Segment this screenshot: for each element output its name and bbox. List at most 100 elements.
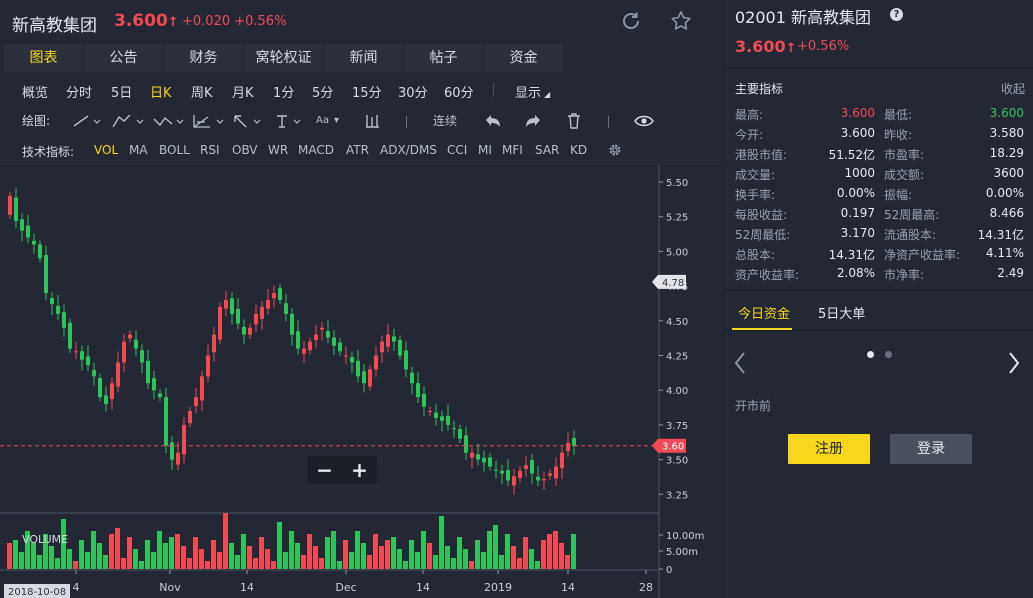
metric-value: 14.31亿 bbox=[828, 248, 875, 262]
pen-tool-icon[interactable] bbox=[110, 113, 146, 129]
candlestick-chart[interactable]: 5.505.255.004.754.504.254.003.753.503.25… bbox=[0, 166, 722, 598]
settings-gear-icon[interactable] bbox=[607, 142, 623, 158]
tab-finance[interactable]: 财务 bbox=[164, 44, 243, 72]
candle-body bbox=[476, 454, 480, 460]
metric-label: 总股本: bbox=[735, 248, 776, 262]
volume-bar bbox=[373, 534, 378, 569]
carousel-dot-active[interactable] bbox=[867, 351, 874, 358]
undo-icon[interactable] bbox=[484, 113, 502, 129]
candle-body bbox=[32, 240, 36, 245]
refresh-icon[interactable] bbox=[620, 10, 642, 32]
indicator-atr[interactable]: ATR bbox=[346, 143, 369, 157]
fib-tool-icon[interactable] bbox=[192, 113, 226, 129]
x-tick-label: 14 bbox=[561, 581, 575, 594]
volume-bar bbox=[145, 540, 150, 569]
x-tick-label: 14 bbox=[416, 581, 430, 594]
period-30min[interactable]: 30分 bbox=[398, 82, 428, 101]
candles bbox=[8, 188, 576, 495]
star-icon[interactable] bbox=[670, 10, 692, 32]
period-weekly-k[interactable]: 周K bbox=[191, 82, 213, 101]
period-5min[interactable]: 5分 bbox=[312, 82, 333, 101]
volume-bar bbox=[331, 531, 336, 569]
tab-chart[interactable]: 图表 bbox=[4, 44, 83, 72]
indicator-adx[interactable]: ADX/DMS bbox=[380, 143, 437, 157]
volume-bar bbox=[199, 549, 204, 569]
volume-bar bbox=[235, 555, 240, 569]
candle-body bbox=[98, 377, 102, 398]
tab-capital[interactable]: 资金 bbox=[484, 44, 563, 72]
period-60min[interactable]: 60分 bbox=[444, 82, 474, 101]
indicator-cci[interactable]: CCI bbox=[447, 143, 467, 157]
indicator-macd[interactable]: MACD bbox=[298, 143, 334, 157]
period-monthly-k[interactable]: 月K bbox=[232, 82, 254, 101]
wave-tool-icon[interactable] bbox=[152, 113, 186, 129]
arrow-tool-icon[interactable] bbox=[232, 113, 264, 129]
metric-value: 0.00% bbox=[985, 186, 1024, 200]
register-button[interactable]: 注册 bbox=[788, 434, 870, 464]
indicator-sar[interactable]: SAR bbox=[535, 143, 559, 157]
indicator-rsi[interactable]: RSI bbox=[200, 143, 220, 157]
eye-icon[interactable] bbox=[634, 114, 654, 128]
zoom-in-button[interactable]: + bbox=[342, 456, 377, 484]
zoom-out-button[interactable]: − bbox=[307, 456, 342, 484]
indicator-obv[interactable]: OBV bbox=[232, 143, 258, 157]
zoom-controls: − + bbox=[307, 456, 377, 484]
tab-5day-large-orders[interactable]: 5日大单 bbox=[818, 303, 865, 322]
tab-today-capital[interactable]: 今日资金 bbox=[738, 303, 790, 322]
indicator-mfi[interactable]: MFI bbox=[502, 143, 523, 157]
period-intraday[interactable]: 分时 bbox=[66, 82, 92, 101]
volume-bar bbox=[451, 558, 456, 569]
tab-posts[interactable]: 帖子 bbox=[404, 44, 483, 72]
period-1min[interactable]: 1分 bbox=[273, 82, 294, 101]
x-axis-ticks: 4 Nov 14 Dec 14 2019 14 28 bbox=[73, 570, 653, 594]
candle-body bbox=[116, 362, 120, 387]
period-5day[interactable]: 5日 bbox=[111, 82, 132, 101]
volume-bar bbox=[97, 543, 102, 569]
volume-bar bbox=[379, 546, 384, 569]
volume-bar bbox=[37, 555, 42, 569]
volume-bar bbox=[151, 552, 156, 569]
trash-icon[interactable] bbox=[566, 112, 582, 129]
volume-bar bbox=[361, 543, 366, 569]
chevron-right-icon[interactable] bbox=[1006, 350, 1022, 376]
candle-body bbox=[188, 411, 192, 424]
candle-body bbox=[512, 476, 516, 486]
candle-body bbox=[308, 341, 312, 351]
login-button[interactable]: 登录 bbox=[890, 434, 972, 464]
metric-label: 最低: bbox=[884, 108, 913, 122]
text-tool-icon[interactable] bbox=[274, 113, 306, 129]
tab-news[interactable]: 新闻 bbox=[324, 44, 403, 72]
font-size-tool[interactable]: Aa ▾ bbox=[316, 115, 339, 126]
quote-change: +0.56% bbox=[797, 39, 850, 54]
volume-bar bbox=[265, 549, 270, 569]
tab-warrants[interactable]: 窝轮权证 bbox=[244, 44, 323, 72]
indicator-mi[interactable]: MI bbox=[478, 143, 492, 157]
line-tool-icon[interactable] bbox=[72, 114, 102, 128]
indicator-wr[interactable]: WR bbox=[268, 143, 288, 157]
period-daily-k[interactable]: 日K bbox=[150, 82, 172, 101]
period-15min[interactable]: 15分 bbox=[352, 82, 382, 101]
quote-panel: 02001 新高教集团 ? 3.600↑ +0.56% 主要指标 收起 最高: 3… bbox=[724, 0, 1033, 598]
volume-bar bbox=[541, 540, 546, 569]
x-tick-label: 4 bbox=[73, 581, 80, 594]
tab-announcements[interactable]: 公告 bbox=[84, 44, 163, 72]
metric-row: 52周最低: 3.170 流通股本: 14.31亿 bbox=[724, 226, 1033, 246]
indicator-kd[interactable]: KD bbox=[570, 143, 587, 157]
indicator-boll[interactable]: BOLL bbox=[159, 143, 190, 157]
indicator-ma[interactable]: MA bbox=[129, 143, 148, 157]
collapse-link[interactable]: 收起 bbox=[1001, 80, 1025, 97]
volume-bar bbox=[499, 555, 504, 569]
display-dropdown[interactable]: 显示 ◢ bbox=[515, 82, 550, 101]
metric-value: 51.52亿 bbox=[828, 148, 875, 162]
carousel-dot[interactable] bbox=[885, 351, 892, 358]
volume-label: VOLUME bbox=[22, 533, 68, 546]
period-overview[interactable]: 概览 bbox=[22, 82, 48, 101]
volume-bar bbox=[391, 537, 396, 569]
continuous-toggle[interactable]: 连续 bbox=[433, 112, 457, 129]
drawing-toolbar: 绘图: Aa ▾ 连续 bbox=[0, 108, 722, 134]
redo-icon[interactable] bbox=[524, 113, 542, 129]
chevron-left-icon[interactable] bbox=[732, 350, 748, 376]
indicator-vol[interactable]: VOL bbox=[94, 143, 118, 157]
candle-tool-icon[interactable] bbox=[364, 113, 380, 129]
help-icon[interactable]: ? bbox=[890, 8, 903, 21]
